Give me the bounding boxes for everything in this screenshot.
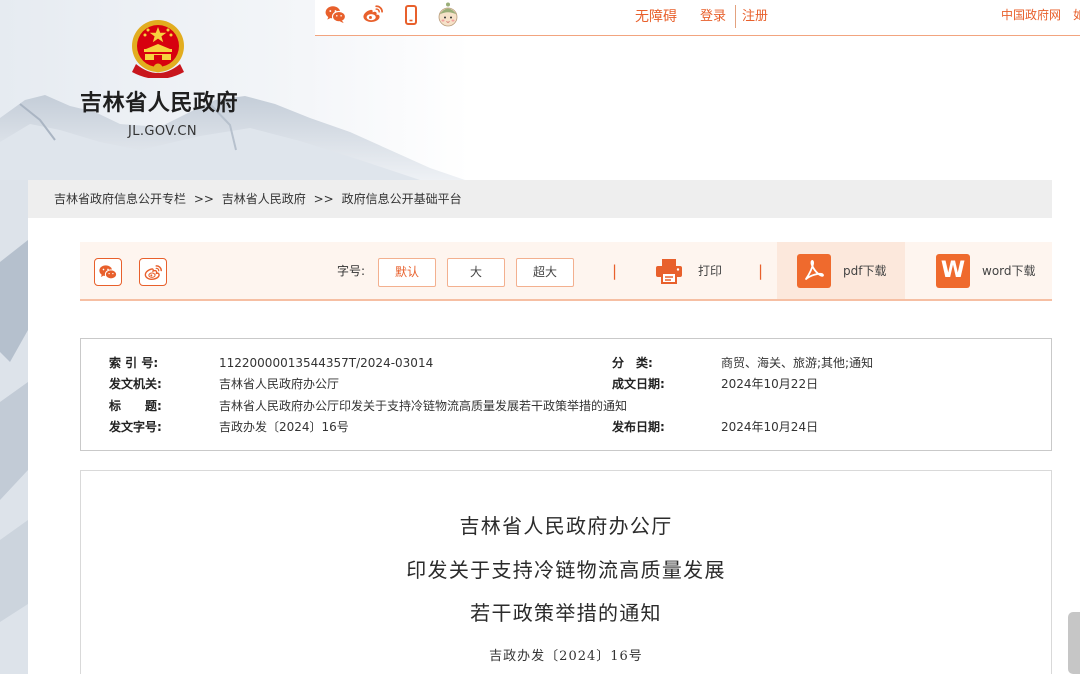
mascot-icon[interactable] [437, 1, 459, 32]
document-metadata: 索 引 号: 11220000013544357T/2024-03014 分 类… [80, 338, 1052, 451]
meta-value: 2024年10月22日 [721, 377, 819, 391]
meta-value: 商贸、海关、旅游;其他;通知 [721, 356, 874, 370]
wechat-icon [99, 264, 117, 279]
breadcrumb-separator: >> [313, 192, 334, 206]
share-weibo-button[interactable] [139, 258, 167, 286]
floating-side-tab[interactable] [1068, 612, 1080, 674]
weibo-icon[interactable] [362, 4, 384, 28]
document-number: 吉政办发〔2024〕16号 [489, 649, 643, 664]
pdf-download-button[interactable]: pdf下载 [843, 263, 886, 279]
toolbar-divider: | [612, 262, 618, 280]
meta-row: 标 题: 吉林省人民政府办公厅印发关于支持冷链物流高质量发展若干政策举措的通知 [81, 396, 1051, 417]
meta-value: 吉林省人民政府办公厅印发关于支持冷链物流高质量发展若干政策举措的通知 [219, 399, 628, 413]
breadcrumb-item[interactable]: 吉林省政府信息公开专栏 [54, 192, 186, 206]
mobile-phone-icon[interactable] [405, 5, 417, 29]
font-size-xlarge-button[interactable]: 超大 [516, 258, 574, 287]
login-link[interactable]: 登录 [700, 9, 726, 25]
font-size-large-button[interactable]: 大 [447, 258, 505, 287]
font-size-label: 字号: [337, 264, 366, 278]
meta-value: 吉政办发〔2024〕16号 [219, 420, 349, 434]
cut-off-link[interactable]: 如 [1073, 8, 1080, 23]
meta-label: 发文机关: [109, 377, 162, 391]
wechat-icon[interactable] [325, 5, 346, 28]
breadcrumb-separator: >> [193, 192, 214, 206]
meta-value: 11220000013544357T/2024-03014 [219, 356, 434, 370]
register-link[interactable]: 注册 [742, 9, 768, 25]
meta-label: 索 引 号: [109, 356, 159, 370]
meta-row: 索 引 号: 11220000013544357T/2024-03014 分 类… [81, 353, 1051, 374]
meta-value: 吉林省人民政府办公厅 [219, 377, 340, 391]
breadcrumb-item[interactable]: 吉林省人民政府 [222, 192, 306, 206]
breadcrumb-item[interactable]: 政府信息公开基础平台 [342, 192, 462, 206]
meta-label: 标 题: [109, 399, 162, 413]
top-bar: 无障碍 登录 注册 中国政府网 如 [315, 0, 1080, 36]
article-title-line: 印发关于支持冷链物流高质量发展 [406, 558, 726, 582]
share-wechat-button[interactable] [94, 258, 122, 286]
font-size-default-button[interactable]: 默认 [378, 258, 436, 287]
meta-label: 发文字号: [109, 420, 162, 434]
meta-label: 发布日期: [612, 420, 665, 434]
print-button[interactable]: 打印 [698, 263, 722, 279]
accessibility-link[interactable]: 无障碍 [635, 9, 677, 26]
article-body: 吉林省人民政府办公厅 印发关于支持冷链物流高质量发展 若干政策举措的通知 吉政办… [80, 470, 1052, 674]
toolbar-divider: | [758, 262, 764, 280]
meta-label: 成文日期: [612, 377, 665, 391]
meta-value: 2024年10月24日 [721, 420, 819, 434]
article-title-line: 若干政策举措的通知 [470, 601, 662, 625]
breadcrumb: 吉林省政府信息公开专栏 >> 吉林省人民政府 >> 政府信息公开基础平台 [28, 180, 1052, 218]
meta-row: 发文机关: 吉林省人民政府办公厅 成文日期: 2024年10月22日 [81, 374, 1051, 395]
national-emblem-icon [132, 20, 184, 78]
article-toolbar: 字号: 默认 大 超大 | 打印 | pdf下载 W word下载 [80, 242, 1052, 301]
word-download-button[interactable]: word下载 [982, 263, 1036, 279]
article-title-line: 吉林省人民政府办公厅 [459, 514, 673, 538]
meta-label: 分 类: [612, 356, 653, 370]
gov-portal-link[interactable]: 中国政府网 [1001, 8, 1061, 23]
pdf-icon[interactable] [797, 254, 831, 292]
site-name[interactable]: 吉林省人民政府 [80, 90, 238, 118]
meta-row: 发文字号: 吉政办发〔2024〕16号 发布日期: 2024年10月24日 [81, 417, 1051, 438]
printer-icon[interactable] [655, 258, 683, 288]
top-link-divider [735, 5, 736, 28]
word-icon[interactable]: W [936, 254, 970, 288]
site-domain: JL.GOV.CN [128, 124, 198, 139]
weibo-icon [144, 264, 162, 280]
